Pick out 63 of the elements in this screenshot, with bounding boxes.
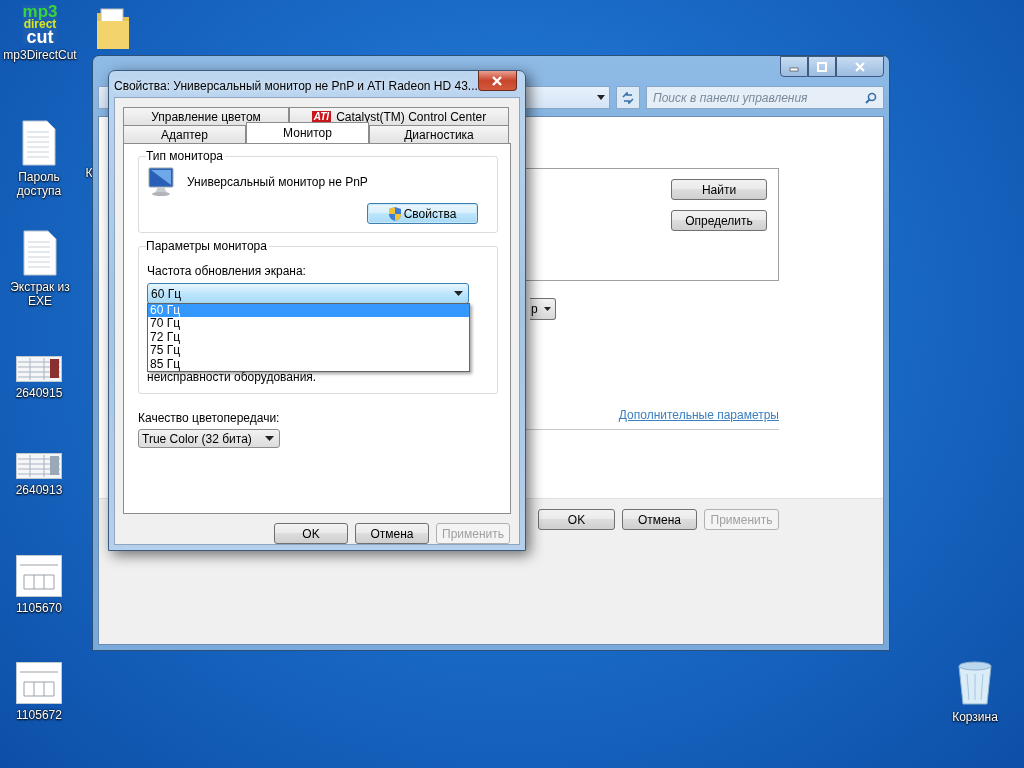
tab[interactable]: ATI Catalyst(TM) Control Center <box>289 107 509 125</box>
refresh-button[interactable] <box>616 86 640 109</box>
dropdown-option[interactable]: 75 Гц <box>148 344 469 358</box>
icon-label[interactable]: 1105672 <box>16 708 62 722</box>
search-icon <box>865 91 877 104</box>
refresh-rate-dropdown[interactable]: 60 Гц <box>147 283 469 304</box>
icon-label[interactable]: 1105670 <box>16 601 62 615</box>
tab[interactable]: Монитор <box>246 122 369 143</box>
dialog-button[interactable]: OK <box>274 523 348 544</box>
tab[interactable]: Адаптер <box>123 125 246 143</box>
icon-label[interactable]: Экстрак из EXE <box>0 280 80 308</box>
dropdown-arrow-icon <box>544 307 551 311</box>
spreadsheet-icon <box>16 453 62 479</box>
maximize-icon <box>816 61 828 72</box>
icon-label[interactable]: 2640915 <box>15 386 63 400</box>
field-label: Частота обновления экрана: <box>147 264 307 278</box>
monitor-icon <box>147 167 175 197</box>
spreadsheet-icon <box>16 356 62 382</box>
folder-icon <box>95 5 131 51</box>
warning-text: неисправности оборудования. <box>147 371 318 384</box>
icon-label[interactable]: mp3DirectCut <box>3 48 77 62</box>
dialog-button[interactable]: Найти <box>671 179 767 200</box>
color-quality-dropdown[interactable]: True Color (32 бита) <box>138 429 280 448</box>
dropdown-option[interactable]: 85 Гц <box>148 357 469 371</box>
dropdown-arrow-icon <box>265 436 274 441</box>
dialog-button[interactable]: OK <box>538 509 615 530</box>
search-field[interactable]: Поиск в панели управления <box>646 86 884 109</box>
close-icon <box>491 75 504 86</box>
dropdown-option[interactable]: 70 Гц <box>148 317 469 331</box>
group-heading: Тип монитора <box>146 149 225 163</box>
icon-label[interactable]: Пароль доступа <box>0 170 78 198</box>
dialog-button[interactable]: Отмена <box>355 523 429 544</box>
dropdown-option[interactable]: 72 Гц <box>148 330 469 345</box>
properties-button[interactable]: Свойства <box>367 203 478 224</box>
close-button[interactable] <box>477 71 517 91</box>
close-button[interactable] <box>836 56 884 77</box>
app-logo: mp3 direct cut <box>22 5 58 44</box>
ati-logo: ATI <box>311 110 332 123</box>
dropdown[interactable]: р <box>530 298 556 320</box>
dialog-button[interactable]: Определить <box>671 210 767 231</box>
icon-label[interactable]: К <box>85 166 93 180</box>
tab[interactable]: Управление цветом <box>123 107 289 125</box>
minimize-button[interactable] <box>780 56 808 77</box>
field-label: Качество цветопередачи: <box>138 411 281 425</box>
shield-icon <box>388 206 401 221</box>
dropdown-arrow-icon <box>454 291 463 296</box>
schematic-icon <box>16 662 62 704</box>
group-heading: Параметры монитора <box>146 239 269 253</box>
icon-label[interactable]: 2640913 <box>15 483 63 497</box>
monitor-name: Универсальный монитор не PnP <box>187 175 368 189</box>
icon-label[interactable]: Корзина <box>952 710 998 724</box>
close-icon <box>854 61 866 72</box>
document-icon <box>23 230 57 276</box>
window-title: Свойства: Универсальный монитор не PnP и ATI Radeon HD 43... <box>114 79 478 93</box>
dialog-button[interactable]: Отмена <box>622 509 697 530</box>
maximize-button[interactable] <box>808 56 836 77</box>
recycle-bin-icon <box>955 660 995 706</box>
document-icon <box>22 120 56 166</box>
tab[interactable]: Диагностика <box>369 125 509 143</box>
refresh-icon <box>621 91 635 104</box>
schematic-icon <box>16 555 62 597</box>
dropdown-arrow-icon <box>597 95 605 100</box>
advanced-settings-link[interactable]: Дополнительные параметры <box>618 408 779 422</box>
